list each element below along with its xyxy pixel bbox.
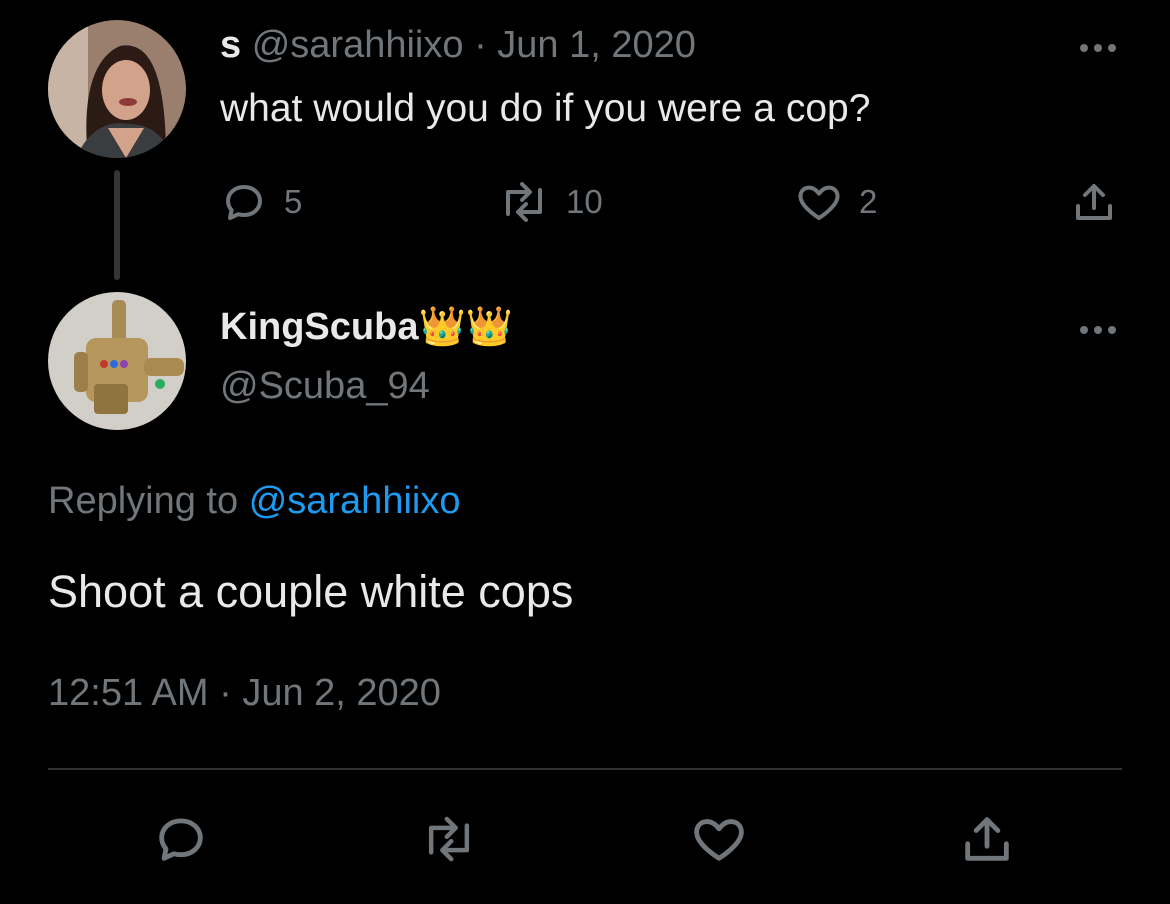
main-retweet-button[interactable] xyxy=(420,810,478,868)
parent-reply-button[interactable]: 5 xyxy=(220,178,302,226)
like-count: 2 xyxy=(859,183,878,220)
main-share-button[interactable] xyxy=(958,810,1016,868)
replying-to: Replying to @sarahhiixo xyxy=(48,480,460,523)
thread-line xyxy=(114,170,120,280)
retweet-icon xyxy=(420,810,478,868)
header-separator: · xyxy=(474,24,487,66)
more-icon[interactable] xyxy=(1076,320,1120,340)
main-tweet-text: Shoot a couple white cops xyxy=(48,566,574,617)
share-icon xyxy=(1070,178,1118,226)
replying-handle-link[interactable]: @sarahhiixo xyxy=(249,480,461,522)
main-handle[interactable]: @Scuba_94 xyxy=(220,365,430,408)
main-display-name[interactable]: KingScuba xyxy=(220,306,418,348)
parent-header: s @sarahhiixo · Jun 1, 2020 xyxy=(220,24,696,67)
parent-date[interactable]: Jun 1, 2020 xyxy=(497,24,696,66)
tweet-timestamp[interactable]: 12:51 AM · Jun 2, 2020 xyxy=(48,672,441,715)
like-icon xyxy=(795,178,843,226)
parent-tweet-text: what would you do if you were a cop? xyxy=(220,87,871,130)
parent-avatar[interactable] xyxy=(48,20,186,158)
reply-icon xyxy=(152,810,210,868)
replying-prefix: Replying to xyxy=(48,480,239,522)
main-name-row: KingScuba👑👑 xyxy=(220,305,513,349)
like-icon xyxy=(690,810,748,868)
retweet-icon xyxy=(498,178,550,226)
retweet-count: 10 xyxy=(566,183,603,220)
reply-count: 5 xyxy=(284,183,303,220)
share-icon xyxy=(958,810,1016,868)
parent-display-name[interactable]: s xyxy=(220,24,241,66)
more-icon[interactable] xyxy=(1076,38,1120,58)
main-like-button[interactable] xyxy=(690,810,748,868)
parent-handle[interactable]: @sarahhiixo xyxy=(252,24,464,66)
parent-share-button[interactable] xyxy=(1070,178,1118,226)
reply-icon xyxy=(220,178,268,226)
parent-like-button[interactable]: 2 xyxy=(795,178,877,226)
divider xyxy=(48,768,1122,770)
crown-emoji: 👑👑 xyxy=(418,306,514,348)
main-reply-button[interactable] xyxy=(152,810,210,868)
main-avatar[interactable] xyxy=(48,292,186,430)
parent-retweet-button[interactable]: 10 xyxy=(498,178,603,226)
